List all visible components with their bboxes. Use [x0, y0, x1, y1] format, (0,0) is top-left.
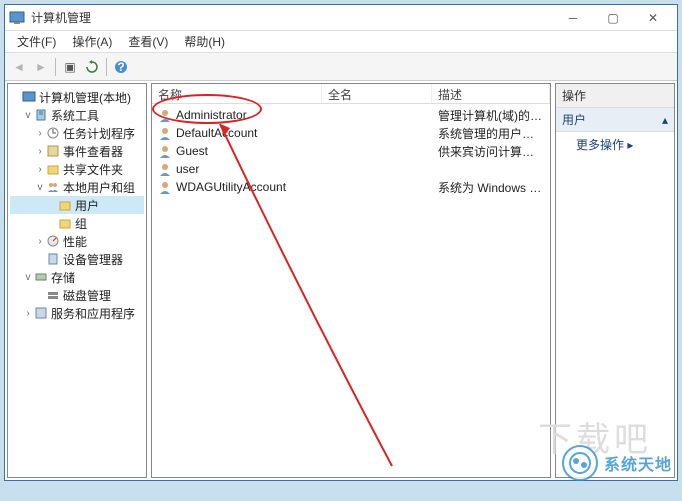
user-desc: 供来宾访问计算机或访问域的内... [432, 143, 550, 160]
back-button[interactable]: ◄ [9, 57, 29, 77]
tree-local-users-groups[interactable]: v本地用户和组 [10, 178, 144, 196]
list-row[interactable]: DefaultAccount 系统管理的用户帐户。 [152, 124, 550, 142]
minimize-button[interactable]: ─ [553, 6, 593, 30]
actions-header: 操作 [556, 84, 674, 108]
col-description[interactable]: 描述 [432, 84, 550, 103]
user-name: user [176, 162, 199, 176]
user-icon [158, 180, 172, 194]
window-title: 计算机管理 [31, 9, 553, 26]
user-icon [158, 108, 172, 122]
user-name: Administrator [176, 108, 247, 122]
tree-task-scheduler[interactable]: ›任务计划程序 [10, 124, 144, 142]
menubar: 文件(F) 操作(A) 查看(V) 帮助(H) [5, 31, 677, 53]
app-icon [9, 10, 25, 26]
tree-system-tools[interactable]: v系统工具 [10, 106, 144, 124]
chevron-right-icon: ▸ [627, 138, 633, 152]
tree-device-manager[interactable]: 设备管理器 [10, 250, 144, 268]
watermark-text: 系统天地 [604, 451, 672, 475]
user-icon [158, 126, 172, 140]
user-desc: 系统管理的用户帐户。 [432, 125, 550, 142]
menu-view[interactable]: 查看(V) [120, 31, 176, 52]
forward-button[interactable]: ► [31, 57, 51, 77]
close-button[interactable]: ✕ [633, 6, 673, 30]
content-area: 计算机管理(本地) v系统工具 ›任务计划程序 ›事件查看器 ›共享文件夹 v本… [5, 81, 677, 480]
list-row[interactable]: WDAGUtilityAccount 系统为 Windows Defender 应… [152, 178, 550, 196]
user-icon [158, 162, 172, 176]
svg-text:?: ? [117, 60, 124, 74]
help-button[interactable]: ? [111, 57, 131, 77]
tree-disk-management[interactable]: 磁盘管理 [10, 286, 144, 304]
tree-services-apps[interactable]: ›服务和应用程序 [10, 304, 144, 322]
list-row[interactable]: Guest 供来宾访问计算机或访问域的内... [152, 142, 550, 160]
refresh-button[interactable] [82, 57, 102, 77]
user-icon [158, 144, 172, 158]
toolbar: ◄ ► ▣ ? [5, 53, 677, 81]
col-name[interactable]: 名称 [152, 84, 322, 103]
tree-groups[interactable]: 组 [10, 214, 144, 232]
actions-more[interactable]: 更多操作 ▸ [556, 132, 674, 157]
tree-users[interactable]: 用户 [10, 196, 144, 214]
list-body: Administrator管理计算机(域)的内置帐户DefaultAccount… [152, 104, 550, 477]
list-header: 名称 全名 描述 [152, 84, 550, 104]
list-pane: 名称 全名 描述 Administrator管理计算机(域)的内置帐户Defau… [151, 83, 551, 478]
tree-event-viewer[interactable]: ›事件查看器 [10, 142, 144, 160]
titlebar: 计算机管理 ─ ▢ ✕ [5, 5, 677, 31]
menu-action[interactable]: 操作(A) [64, 31, 120, 52]
user-name: Guest [176, 144, 208, 158]
col-fullname[interactable]: 全名 [322, 84, 432, 103]
user-desc: 管理计算机(域)的内置帐户 [432, 107, 550, 124]
tree-storage[interactable]: v存储 [10, 268, 144, 286]
actions-group-users[interactable]: 用户▴ [556, 108, 674, 132]
tree-root[interactable]: 计算机管理(本地) [10, 88, 144, 106]
up-button[interactable]: ▣ [60, 57, 80, 77]
list-row[interactable]: user [152, 160, 550, 178]
user-name: WDAGUtilityAccount [176, 180, 286, 194]
menu-help[interactable]: 帮助(H) [176, 31, 233, 52]
tree-shared-folders[interactable]: ›共享文件夹 [10, 160, 144, 178]
app-window: 计算机管理 ─ ▢ ✕ 文件(F) 操作(A) 查看(V) 帮助(H) ◄ ► … [4, 4, 678, 481]
tree-performance[interactable]: ›性能 [10, 232, 144, 250]
tree-pane: 计算机管理(本地) v系统工具 ›任务计划程序 ›事件查看器 ›共享文件夹 v本… [7, 83, 147, 478]
user-desc: 系统为 Windows Defender 应用... [432, 179, 550, 196]
maximize-button[interactable]: ▢ [593, 6, 633, 30]
list-row[interactable]: Administrator 管理计算机(域)的内置帐户 [152, 106, 550, 124]
watermark-logo-icon [562, 445, 598, 481]
chevron-up-icon: ▴ [662, 113, 668, 127]
watermark: 系统天地 [562, 445, 672, 481]
actions-pane: 操作 用户▴ 更多操作 ▸ [555, 83, 675, 478]
menu-file[interactable]: 文件(F) [9, 31, 64, 52]
user-name: DefaultAccount [176, 126, 257, 140]
